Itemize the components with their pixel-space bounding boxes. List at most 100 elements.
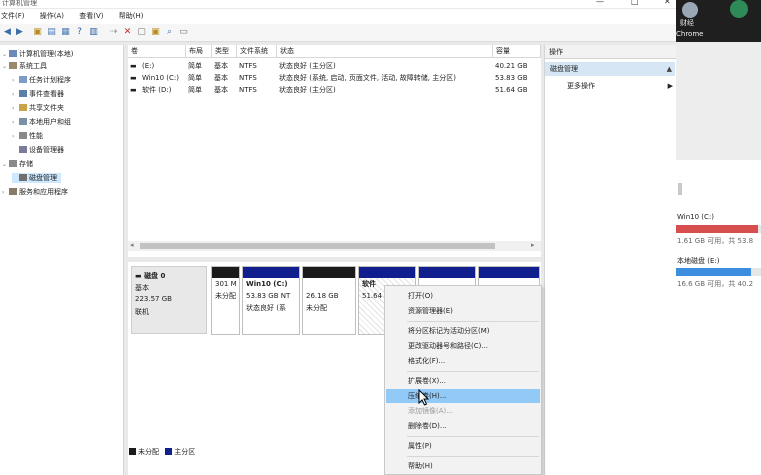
- tree-item-shared-folders[interactable]: › 共享文件夹: [12, 103, 64, 114]
- drive-e-info: 16.6 GB 可用，共 40.2: [677, 280, 754, 288]
- document-icon[interactable]: ▢: [136, 27, 147, 38]
- menu-separator: [407, 436, 539, 437]
- side-panel-background: [676, 42, 761, 160]
- performance-icon: [19, 132, 27, 139]
- menu-item-properties[interactable]: 属性(P): [386, 439, 540, 453]
- unallocated-swatch: [129, 448, 136, 455]
- menu-item-open[interactable]: 打开(O): [386, 289, 540, 303]
- mouse-cursor-icon: [418, 389, 430, 406]
- volume-drive-icon: ▬: [130, 74, 137, 82]
- view-icon[interactable]: ▥: [88, 27, 99, 38]
- minimize-icon[interactable]: —: [596, 0, 604, 6]
- tree-item-performance[interactable]: › 性能: [12, 131, 43, 142]
- menu-item-change-drive-letter[interactable]: 更改驱动器号和路径(C)...: [386, 339, 540, 353]
- tree-item-system-tools[interactable]: ⌄ 系统工具: [2, 61, 47, 72]
- volume-list: 卷 布局 类型 文件系统 状态 容量 ▬ (E:) 简单 基本 NTFS 状态良…: [128, 45, 541, 257]
- menu-view[interactable]: 查看(V): [79, 9, 103, 24]
- scrollbar-thumb[interactable]: [140, 243, 495, 249]
- primary-swatch: [165, 448, 173, 455]
- tree-item-device-manager[interactable]: 设备管理器: [19, 145, 64, 155]
- column-header-volume[interactable]: 卷: [128, 45, 186, 58]
- legend-primary: 主分区: [174, 448, 196, 456]
- partition-unallocated-2[interactable]: 26.18 GB 未分配: [302, 266, 356, 335]
- volume-drive-icon: ▬: [130, 62, 137, 70]
- up-folder-icon[interactable]: ▣: [32, 27, 43, 38]
- search-icon[interactable]: ⌕: [164, 27, 175, 38]
- menu-separator: [407, 371, 539, 372]
- menu-item-add-mirror[interactable]: 添加镜像(A)...: [386, 404, 540, 418]
- forward-icon[interactable]: ▶: [14, 27, 25, 38]
- column-header-filesystem[interactable]: 文件系统: [237, 45, 277, 58]
- menu-item-extend-volume[interactable]: 扩展卷(X)...: [386, 374, 540, 388]
- collapsed-icon: ›: [12, 133, 15, 140]
- list-icon[interactable]: ▭: [178, 27, 189, 38]
- partition-unallocated-1[interactable]: 301 M 未分配: [211, 266, 240, 335]
- chevron-right-icon: ▶: [667, 82, 673, 90]
- computer-management-icon: [9, 50, 17, 57]
- menu-item-mark-active[interactable]: 将分区标记为活动分区(M): [386, 324, 540, 338]
- actions-section-disk-management[interactable]: 磁盘管理 ▲: [545, 62, 675, 76]
- tree-item-computer-management[interactable]: ⌄ 计算机管理(本地): [2, 49, 73, 60]
- partition-c[interactable]: Win10 (C:) 53.83 GB NT 状态良好 (系: [242, 266, 300, 335]
- delete-icon[interactable]: ✕: [122, 27, 133, 38]
- context-menu: 打开(O) 资源管理器(E) 将分区标记为活动分区(M) 更改驱动器号和路径(C…: [384, 285, 542, 475]
- collapsed-icon: ›: [12, 105, 15, 112]
- column-header-capacity[interactable]: 容量: [493, 45, 541, 58]
- scroll-left-icon[interactable]: ◂: [130, 241, 134, 249]
- tree-item-services[interactable]: › 服务和应用程序: [2, 187, 68, 198]
- connect-icon[interactable]: ⇢: [108, 27, 119, 38]
- legend: 未分配 主分区: [129, 446, 359, 458]
- properties-icon[interactable]: ▦: [60, 27, 71, 38]
- tree-item-storage[interactable]: ⌄ 存储: [2, 159, 33, 170]
- maximize-icon[interactable]: □: [631, 0, 639, 6]
- horizontal-scrollbar[interactable]: ◂ ▸: [128, 241, 541, 251]
- scroll-right-icon[interactable]: ▸: [531, 241, 535, 249]
- actions-header: 操作: [545, 45, 677, 59]
- close-icon[interactable]: ✕: [664, 0, 671, 6]
- legend-unallocated: 未分配: [138, 448, 159, 456]
- chrome-app-label: Chrome: [676, 30, 704, 38]
- title-bar: 计算机管理 — □ ✕: [0, 0, 676, 8]
- drive-e-name: 本地磁盘 (E:): [677, 257, 720, 265]
- menu-item-delete-volume[interactable]: 删除卷(D)...: [386, 419, 540, 433]
- menu-item-shrink-volume[interactable]: 压缩卷(H)...: [386, 389, 540, 403]
- volume-drive-icon: ▬: [130, 86, 137, 94]
- collapse-up-icon[interactable]: ▲: [667, 62, 672, 76]
- column-header-status[interactable]: 状态: [277, 45, 493, 58]
- expanded-icon: ⌄: [2, 161, 8, 168]
- collapsed-icon: ›: [12, 119, 15, 126]
- menu-separator: [407, 456, 539, 457]
- menu-separator: [407, 321, 539, 322]
- disk-name: 磁盘 0: [144, 272, 166, 280]
- tree-item-disk-management[interactable]: 磁盘管理: [12, 173, 61, 183]
- column-header-type[interactable]: 类型: [212, 45, 237, 58]
- menu-item-explore[interactable]: 资源管理器(E): [386, 304, 540, 318]
- drive-c-info: 1.61 GB 可用，共 53.8: [677, 237, 754, 245]
- column-header-layout[interactable]: 布局: [186, 45, 212, 58]
- back-icon[interactable]: ◀: [2, 27, 13, 38]
- chrome-app-icon[interactable]: [730, 0, 748, 18]
- disk-0-label[interactable]: ▬ 磁盘 0 基本 223.57 GB 联机: [131, 266, 207, 334]
- services-icon: [9, 188, 17, 195]
- menu-action[interactable]: 操作(A): [40, 9, 64, 24]
- menu-help[interactable]: 帮助(H): [119, 9, 144, 24]
- menu-item-help[interactable]: 帮助(H): [386, 459, 540, 473]
- menu-item-format[interactable]: 格式化(F)...: [386, 354, 540, 368]
- storage-icon: [9, 160, 17, 167]
- menu-file[interactable]: 文件(F): [1, 9, 25, 24]
- more-actions-link[interactable]: 更多操作 ▶: [567, 80, 673, 92]
- drive-e-usage-bar: [676, 268, 761, 276]
- disk-management-icon: [19, 174, 27, 181]
- tools-icon: [9, 62, 17, 69]
- device-manager-icon: [19, 146, 27, 153]
- help-icon[interactable]: ?: [74, 27, 85, 38]
- tree-item-local-users[interactable]: › 本地用户和组: [12, 117, 71, 128]
- folder-icon[interactable]: ▣: [150, 27, 161, 38]
- disk-status: 联机: [135, 308, 149, 316]
- finance-app-icon[interactable]: [682, 2, 698, 18]
- tree-item-event-viewer[interactable]: › 事件查看器: [12, 89, 64, 100]
- tree-item-task-scheduler[interactable]: › 任务计划程序: [12, 75, 71, 86]
- desktop-side-panel: 财经 Chrome Win10 (C:) 1.61 GB 可用，共 53.8 本…: [676, 0, 761, 475]
- show-tree-icon[interactable]: ▤: [46, 27, 57, 38]
- menu-bar: 文件(F) 操作(A) 查看(V) 帮助(H): [0, 9, 676, 24]
